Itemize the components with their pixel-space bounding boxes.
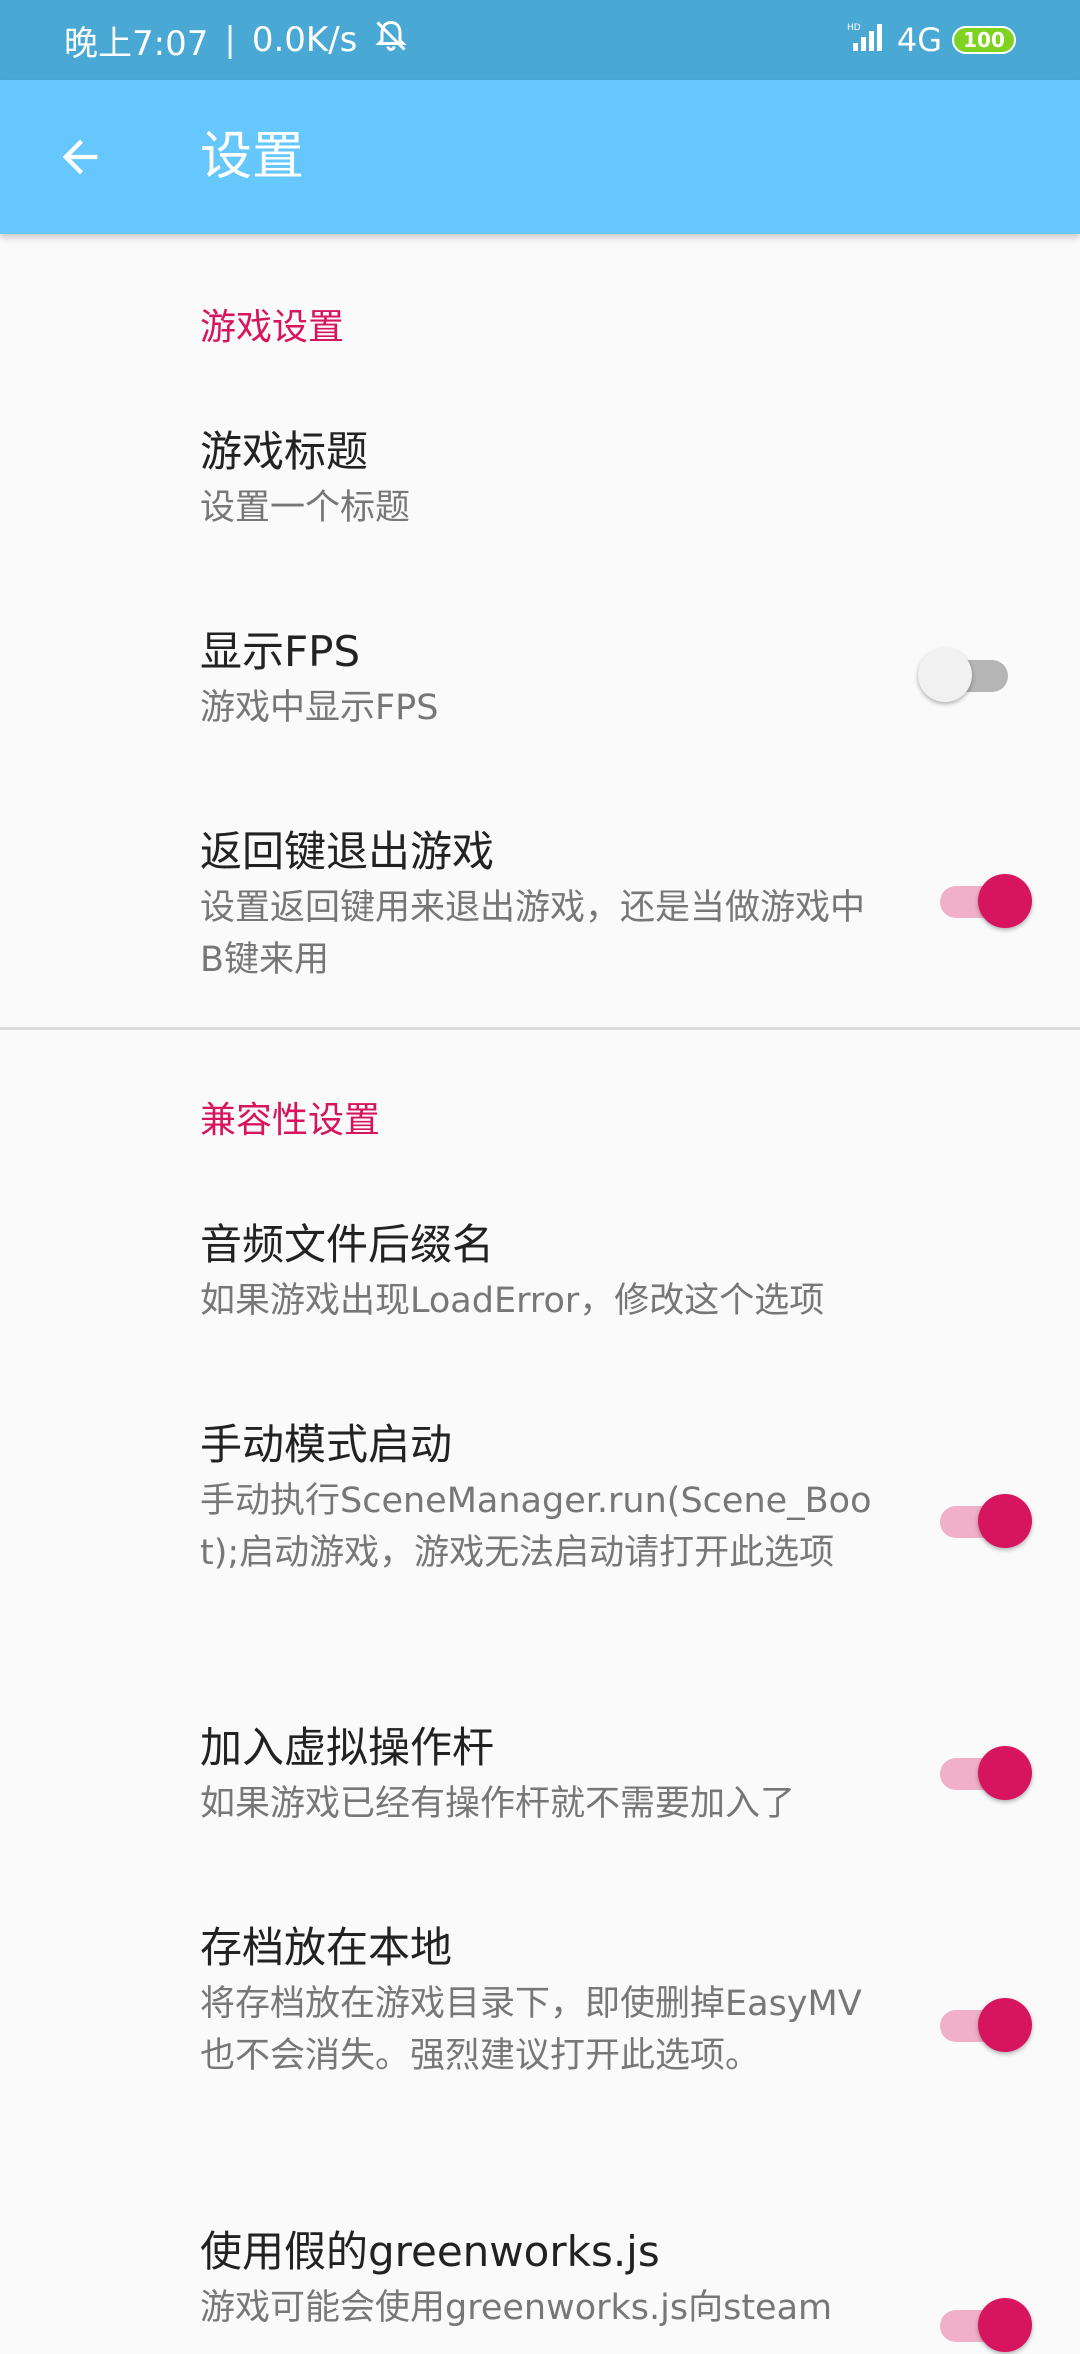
pref-fake-greenworks[interactable]: 使用假的greenworks.js 游戏可能会使用greenworks.js向s… (200, 2224, 880, 2334)
virtual-joystick-toggle[interactable] (934, 1742, 1032, 1802)
local-save-toggle[interactable] (934, 1994, 1032, 2054)
pref-local-save[interactable]: 存档放在本地 将存档放在游戏目录下，即使删掉EasyMV也不会消失。强烈建议打开… (200, 1920, 880, 2082)
pref-summary: 如果游戏出现LoadError，修改这个选项 (200, 1281, 825, 1321)
pref-title: 游戏标题 (200, 427, 369, 476)
pref-summary: 将存档放在游戏目录下，即使删掉EasyMV也不会消失。强烈建议打开此选项。 (200, 1984, 862, 2076)
mute-bell-icon (373, 18, 409, 63)
pref-summary: 如果游戏已经有操作杆就不需要加入了 (200, 1784, 796, 1824)
section-header-compat: 兼容性设置 (200, 1100, 381, 1141)
toggle-thumb (978, 1746, 1032, 1800)
status-speed: 0.0K/s (251, 20, 358, 60)
battery-icon: 100 (952, 26, 1016, 54)
toggle-thumb (918, 648, 972, 702)
toggle-thumb (978, 874, 1032, 928)
fake-greenworks-toggle[interactable] (934, 2294, 1032, 2354)
pref-summary: 游戏可能会使用greenworks.js向steam (200, 2288, 833, 2328)
pref-summary: 设置一个标题 (200, 488, 411, 528)
pref-title: 存档放在本地 (200, 1923, 453, 1972)
pref-title: 手动模式启动 (200, 1420, 453, 1469)
status-time: 晚上7:07 (64, 23, 209, 64)
manual-boot-toggle[interactable] (934, 1490, 1032, 1550)
pref-title: 返回键退出游戏 (200, 827, 495, 876)
pref-summary: 设置返回键用来退出游戏，还是当做游戏中B键来用 (200, 888, 866, 980)
pref-manual-boot[interactable]: 手动模式启动 手动执行SceneManager.run(Scene_Boot);… (200, 1417, 880, 1579)
hd-signal-icon: HD (847, 21, 887, 59)
pref-title: 音频文件后缀名 (200, 1220, 495, 1269)
pref-virtual-joystick[interactable]: 加入虚拟操作杆 如果游戏已经有操作杆就不需要加入了 (200, 1720, 880, 1830)
pref-summary: 游戏中显示FPS (200, 688, 439, 728)
status-right: HD 4G 100 (847, 21, 1016, 59)
pref-game-title[interactable]: 游戏标题 设置一个标题 (200, 424, 880, 534)
pref-audio-suffix[interactable]: 音频文件后缀名 如果游戏出现LoadError，修改这个选项 (200, 1217, 880, 1327)
toggle-thumb (978, 1998, 1032, 2052)
pref-title: 使用假的greenworks.js (200, 2227, 660, 2276)
section-divider (0, 1027, 1080, 1030)
show-fps-toggle[interactable] (918, 644, 1014, 704)
page-title: 设置 (200, 127, 305, 187)
pref-back-key-exit[interactable]: 返回键退出游戏 设置返回键用来退出游戏，还是当做游戏中B键来用 (200, 824, 880, 986)
back-key-exit-toggle[interactable] (934, 870, 1032, 930)
status-bar: 晚上7:07 | 0.0K/s HD 4G 100 (0, 0, 1080, 80)
network-type: 4G (896, 21, 942, 59)
pref-title: 显示FPS (200, 627, 361, 676)
toggle-thumb (978, 1494, 1032, 1548)
status-left: 晚上7:07 | 0.0K/s (64, 16, 409, 65)
section-header-game: 游戏设置 (200, 307, 345, 348)
toggle-thumb (978, 2298, 1032, 2352)
battery-level: 100 (963, 28, 1005, 52)
status-separator: | (224, 20, 236, 60)
svg-text:HD: HD (847, 23, 861, 33)
app-bar: 设置 (0, 80, 1080, 234)
pref-summary: 手动执行SceneManager.run(Scene_Boot);启动游戏，游戏… (200, 1481, 872, 1573)
back-button[interactable] (40, 117, 120, 197)
pref-show-fps[interactable]: 显示FPS 游戏中显示FPS (200, 624, 880, 734)
pref-title: 加入虚拟操作杆 (200, 1723, 495, 1772)
arrow-left-icon (62, 139, 98, 175)
